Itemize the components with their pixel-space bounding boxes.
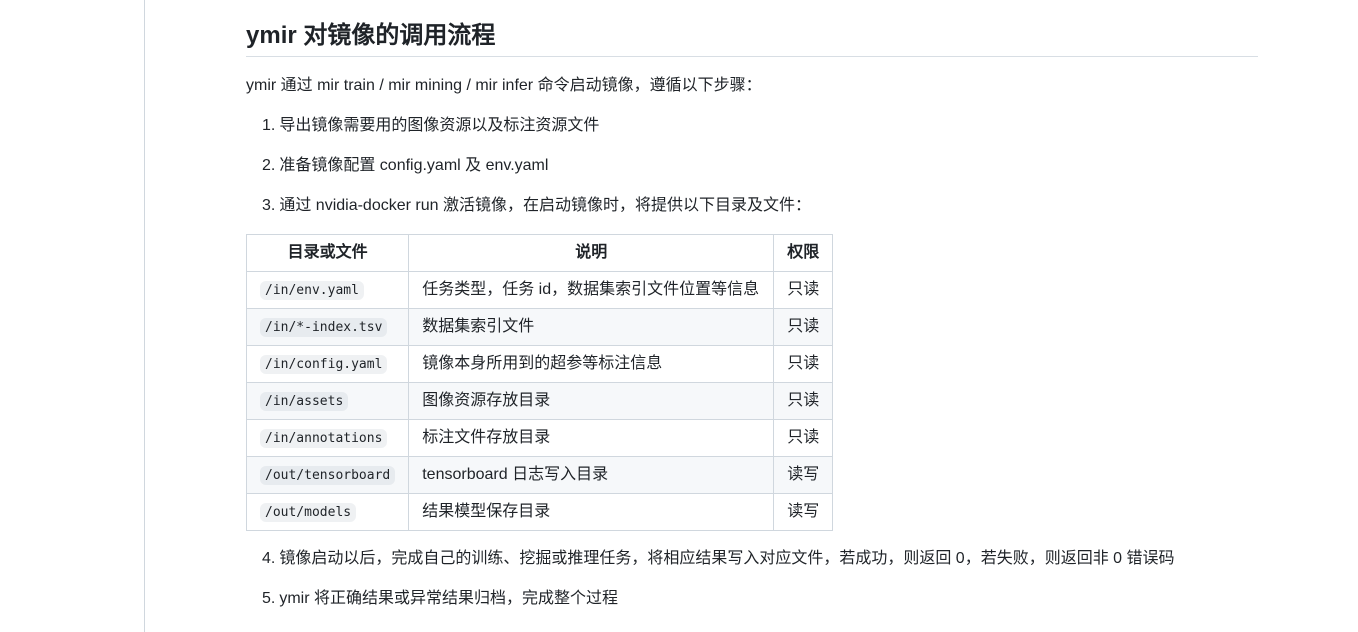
content-left-border <box>144 0 145 632</box>
permission-cell: 只读 <box>773 382 834 420</box>
step-1: 1. 导出镜像需要用的图像资源以及标注资源文件 <box>262 114 599 138</box>
step-number: 5. <box>262 590 276 607</box>
step-number: 4. <box>262 550 276 567</box>
column-header-description: 说明 <box>408 234 775 272</box>
step-number: 1. <box>262 117 276 134</box>
table-row: /in/*-index.tsv 数据集索引文件 只读 <box>245 308 834 346</box>
step-number: 2. <box>262 157 276 174</box>
path-cell: /out/models <box>245 493 410 531</box>
step-text: 导出镜像需要用的图像资源以及标注资源文件 <box>279 117 600 134</box>
step-number: 3. <box>262 197 276 214</box>
table-row: /in/assets 图像资源存放目录 只读 <box>245 382 834 420</box>
path-code: /in/*-index.tsv <box>260 317 388 337</box>
permission-cell: 只读 <box>773 419 834 457</box>
step-3: 3. 通过 nvidia-docker run 激活镜像，在启动镜像时，将提供以下… <box>262 194 811 218</box>
path-code: /in/annotations <box>260 428 388 448</box>
permission-cell: 读写 <box>773 493 834 531</box>
path-code: /out/models <box>260 502 357 522</box>
step-text: 镜像启动以后，完成自己的训练、挖掘或推理任务，将相应结果写入对应文件，若成功，则… <box>279 550 1175 567</box>
path-cell: /in/env.yaml <box>245 271 410 309</box>
directory-table: 目录或文件 说明 权限 /in/env.yaml 任务类型，任务 id，数据集索… <box>245 234 834 531</box>
path-cell: /in/config.yaml <box>245 345 410 383</box>
permission-cell: 只读 <box>773 345 834 383</box>
permission-cell: 只读 <box>773 271 834 309</box>
table-row: /in/annotations 标注文件存放目录 只读 <box>245 419 834 457</box>
table-row: /in/env.yaml 任务类型，任务 id，数据集索引文件位置等信息 只读 <box>245 271 834 309</box>
step-text: ymir 将正确结果或异常结果归档，完成整个过程 <box>279 590 619 607</box>
permission-cell: 读写 <box>773 456 834 494</box>
step-4: 4. 镜像启动以后，完成自己的训练、挖掘或推理任务，将相应结果写入对应文件，若成功… <box>262 547 1174 571</box>
path-code: /out/tensorboard <box>260 465 396 485</box>
path-cell: /out/tensorboard <box>245 456 410 494</box>
table-row: /out/tensorboard tensorboard 日志写入目录 读写 <box>245 456 834 494</box>
step-5: 5. ymir 将正确结果或异常结果归档，完成整个过程 <box>262 587 618 611</box>
step-text: 准备镜像配置 config.yaml 及 env.yaml <box>279 157 549 174</box>
permission-cell: 只读 <box>773 308 834 346</box>
path-code: /in/config.yaml <box>260 354 388 374</box>
description-cell: 标注文件存放目录 <box>408 419 775 457</box>
step-text: 通过 nvidia-docker run 激活镜像，在启动镜像时，将提供以下目录… <box>279 197 811 214</box>
column-header-path: 目录或文件 <box>245 234 410 272</box>
column-header-permission: 权限 <box>773 234 834 272</box>
path-cell: /in/annotations <box>245 419 410 457</box>
description-cell: tensorboard 日志写入目录 <box>408 456 775 494</box>
path-code: /in/env.yaml <box>260 280 364 300</box>
step-2: 2. 准备镜像配置 config.yaml 及 env.yaml <box>262 154 548 178</box>
description-cell: 图像资源存放目录 <box>408 382 775 420</box>
intro-paragraph: ymir 通过 mir train / mir mining / mir inf… <box>246 77 762 94</box>
description-cell: 任务类型，任务 id，数据集索引文件位置等信息 <box>408 271 775 309</box>
description-cell: 数据集索引文件 <box>408 308 775 346</box>
table-row: /in/config.yaml 镜像本身所用到的超参等标注信息 只读 <box>245 345 834 383</box>
description-cell: 镜像本身所用到的超参等标注信息 <box>408 345 775 383</box>
table-row: /out/models 结果模型保存目录 读写 <box>245 493 834 531</box>
description-cell: 结果模型保存目录 <box>408 493 775 531</box>
markdown-article: ymir 对镜像的调用流程 ymir 通过 mir train / mir mi… <box>245 0 1258 607</box>
path-cell: /in/assets <box>245 382 410 420</box>
table-header-row: 目录或文件 说明 权限 <box>245 234 834 272</box>
section-heading: ymir 对镜像的调用流程 <box>246 0 1258 57</box>
path-code: /in/assets <box>260 391 349 411</box>
path-cell: /in/*-index.tsv <box>245 308 410 346</box>
